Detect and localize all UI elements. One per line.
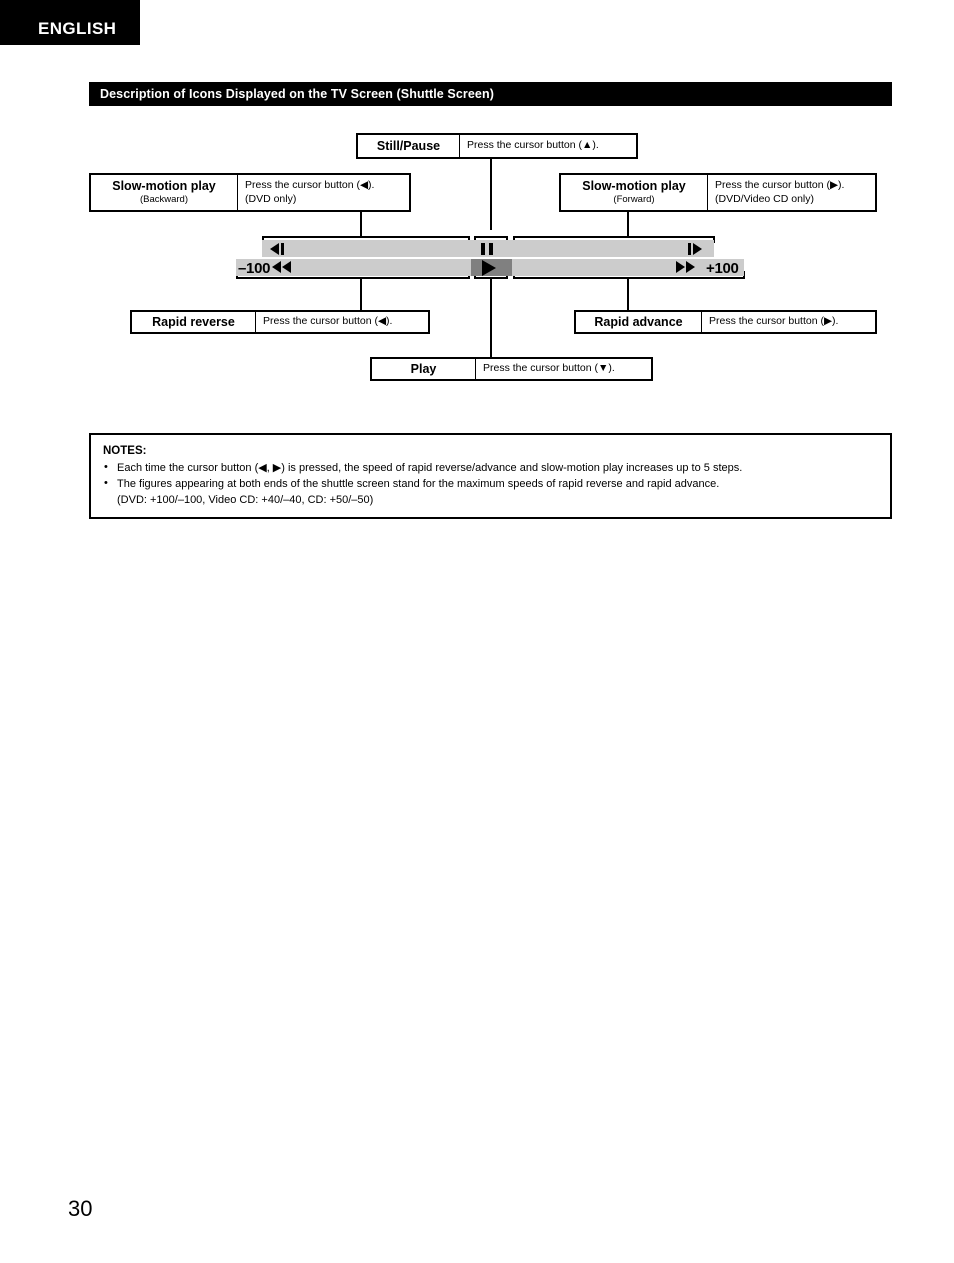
- bracket-top-left: [262, 236, 470, 238]
- notes-header: NOTES:: [103, 445, 147, 457]
- pause-icon: [481, 243, 493, 255]
- callout-play-title: Play: [372, 359, 476, 379]
- language-tab: ENGLISH: [0, 0, 140, 45]
- callout-still-pause-desc: Press the cursor button (▲).: [460, 135, 606, 157]
- notes-list: Each time the cursor button (◀, ▶) is pr…: [103, 460, 878, 493]
- notes-item: The figures appearing at both ends of th…: [103, 476, 878, 493]
- connector-play: [490, 277, 492, 357]
- bracket-bottom-right: [513, 277, 745, 279]
- callout-slow-backward-desc: Press the cursor button (◀). (DVD only): [238, 175, 381, 210]
- callout-desc-line2: (DVD only): [245, 192, 297, 205]
- page-number: 30: [68, 1196, 93, 1221]
- callout-rapid-advance[interactable]: Rapid advance Press the cursor button (▶…: [574, 310, 877, 334]
- fast-forward-icon: [676, 261, 695, 273]
- callout-desc-line2: (DVD/Video CD only): [715, 192, 815, 205]
- notes-box: NOTES: Each time the cursor button (◀, ▶…: [89, 433, 892, 519]
- connector-slow-backward: [360, 210, 362, 238]
- callout-title-text: Slow-motion play: [112, 179, 216, 194]
- shuttle-max-label: +100: [706, 260, 739, 277]
- notes-item: Each time the cursor button (◀, ▶) is pr…: [103, 460, 878, 477]
- callout-desc-line1: Press the cursor button (◀).: [245, 178, 375, 191]
- shuttle-min-label: –100: [238, 260, 271, 277]
- callout-desc-line1: Press the cursor button (▲).: [467, 139, 599, 152]
- slow-forward-icon: [688, 243, 702, 255]
- rewind-icon: [272, 261, 291, 273]
- connector-still-pause: [490, 158, 492, 230]
- section-header: Description of Icons Displayed on the TV…: [89, 82, 892, 106]
- callout-title-text: Still/Pause: [376, 138, 441, 153]
- callout-title-text: Play: [410, 361, 437, 376]
- callout-desc-line1: Press the cursor button (▼).: [483, 362, 615, 375]
- connector-rapid-advance: [627, 277, 629, 310]
- callout-rapid-reverse[interactable]: Rapid reverse Press the cursor button (◀…: [130, 310, 430, 334]
- connector-rapid-reverse: [360, 277, 362, 310]
- callout-slow-motion-backward[interactable]: Slow-motion play (Backward) Press the cu…: [89, 173, 411, 212]
- bracket-top-center: [474, 236, 508, 238]
- connector-slow-forward: [627, 210, 629, 238]
- callout-rapid-reverse-title: Rapid reverse: [132, 312, 256, 332]
- bracket-top-right: [513, 236, 715, 238]
- bracket-bottom-left: [236, 277, 470, 279]
- callout-still-pause[interactable]: Still/Pause Press the cursor button (▲).: [356, 133, 638, 159]
- callout-desc-line1: Press the cursor button (▶).: [709, 315, 839, 328]
- slow-reverse-icon: [270, 243, 284, 255]
- callout-title-sub: (Backward): [139, 193, 189, 205]
- callout-title-text: Rapid reverse: [152, 314, 235, 329]
- callout-title-sub: (Forward): [613, 193, 655, 205]
- callout-rapid-advance-title: Rapid advance: [576, 312, 702, 332]
- callout-rapid-advance-desc: Press the cursor button (▶).: [702, 312, 845, 332]
- notes-continuation: (DVD: +100/–100, Video CD: +40/–40, CD: …: [117, 493, 374, 506]
- callout-still-pause-title: Still/Pause: [358, 135, 460, 157]
- callout-rapid-reverse-desc: Press the cursor button (◀).: [256, 312, 399, 332]
- callout-slow-forward-desc: Press the cursor button (▶). (DVD/Video …: [708, 175, 851, 210]
- callout-title-text: Slow-motion play: [582, 179, 686, 194]
- callout-slow-motion-forward[interactable]: Slow-motion play (Forward) Press the cur…: [559, 173, 877, 212]
- play-icon: [482, 260, 496, 276]
- callout-desc-line1: Press the cursor button (◀).: [263, 315, 393, 328]
- callout-slow-backward-title: Slow-motion play (Backward): [91, 175, 238, 210]
- callout-title-text: Rapid advance: [594, 314, 683, 329]
- callout-slow-forward-title: Slow-motion play (Forward): [561, 175, 708, 210]
- callout-play-desc: Press the cursor button (▼).: [476, 359, 622, 379]
- callout-desc-line1: Press the cursor button (▶).: [715, 178, 845, 191]
- callout-play[interactable]: Play Press the cursor button (▼).: [370, 357, 653, 381]
